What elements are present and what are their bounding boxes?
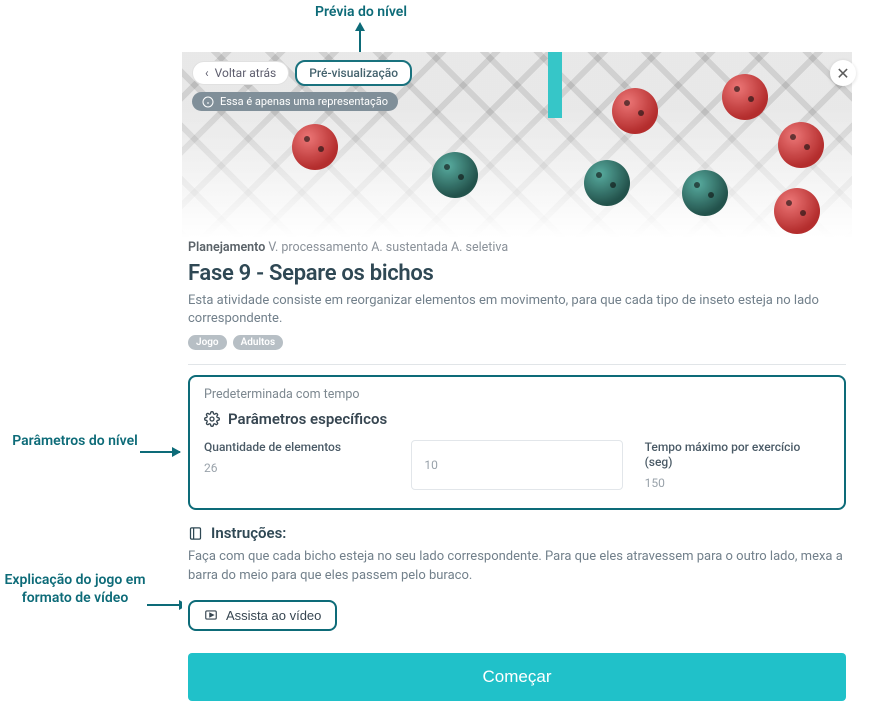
param-mid-input[interactable]: 10 xyxy=(411,440,622,490)
param-time-label: Tempo máximo por exercício (seg) xyxy=(645,440,830,470)
parameters-card: Predeterminada com tempo Parâmetros espe… xyxy=(188,375,846,510)
annotation-preview: Prévia do nível xyxy=(286,4,436,22)
annotation-params: Parâmetros do nível xyxy=(4,433,146,451)
tag-game: Jogo xyxy=(188,335,227,350)
tag-audience: Adultos xyxy=(233,335,284,350)
book-icon xyxy=(188,526,203,541)
instructions-heading-row: Instruções: xyxy=(188,524,846,542)
params-top-note: Predeterminada com tempo xyxy=(204,387,830,402)
instructions-text: Faça com que cada bicho esteja no seu la… xyxy=(188,548,846,586)
tag-row: Jogo Adultos xyxy=(188,335,846,350)
param-time-value: 150 xyxy=(645,476,830,490)
preview-label: Pré-visualização xyxy=(309,66,398,80)
instructions-heading: Instruções: xyxy=(211,524,286,542)
bug-icon xyxy=(774,188,820,234)
play-icon xyxy=(204,608,218,622)
breadcrumb: Planejamento V. processamento A. sustent… xyxy=(188,240,846,255)
bug-icon xyxy=(682,170,728,216)
watch-video-button[interactable]: Assista ao vídeo xyxy=(188,600,337,631)
close-button[interactable]: ✕ xyxy=(830,60,856,86)
param-quantity: Quantidade de elementos 26 xyxy=(204,440,389,490)
bug-icon xyxy=(612,88,658,134)
breadcrumb-main: Planejamento xyxy=(188,240,265,255)
level-preview-area: ‹ Voltar atrás Pré-visualização Essa é a… xyxy=(182,52,852,238)
content-area: Planejamento V. processamento A. sustent… xyxy=(182,240,852,701)
bug-icon xyxy=(292,124,338,170)
start-button[interactable]: Começar xyxy=(188,653,846,701)
back-label: Voltar atrás xyxy=(215,66,277,80)
params-row: Quantidade de elementos 26 10 Tempo máxi… xyxy=(204,440,830,490)
breadcrumb-rest: V. processamento A. sustentada A. seleti… xyxy=(265,240,508,255)
page-title: Fase 9 - Separe os bichos xyxy=(188,261,846,286)
annotation-video: Explicação do jogo em formato de vídeo xyxy=(4,572,146,607)
divider-bar xyxy=(548,52,562,118)
bug-icon xyxy=(584,160,630,206)
arrow-right-icon xyxy=(140,451,180,453)
level-dialog: ‹ Voltar atrás Pré-visualização Essa é a… xyxy=(182,52,852,701)
param-time: Tempo máximo por exercício (seg) 150 xyxy=(645,440,830,490)
preview-button[interactable]: Pré-visualização xyxy=(295,60,412,86)
bug-icon xyxy=(778,122,824,168)
chevron-left-icon: ‹ xyxy=(205,66,209,80)
arrow-right-icon xyxy=(147,604,187,606)
top-controls: ‹ Voltar atrás Pré-visualização xyxy=(192,60,412,86)
divider xyxy=(188,364,846,365)
params-heading: Parâmetros específicos xyxy=(228,410,387,428)
representation-note-text: Essa é apenas uma representação xyxy=(220,95,388,108)
watch-video-label: Assista ao vídeo xyxy=(226,608,321,623)
representation-note: Essa é apenas uma representação xyxy=(192,92,398,111)
arrow-up-icon xyxy=(355,22,365,31)
gear-icon xyxy=(204,411,220,427)
param-quantity-label: Quantidade de elementos xyxy=(204,440,389,455)
bug-icon xyxy=(722,74,768,120)
info-icon xyxy=(202,96,214,108)
param-mid-value: 10 xyxy=(424,458,438,472)
bug-icon xyxy=(432,152,478,198)
activity-description: Esta atividade consiste em reorganizar e… xyxy=(188,292,846,327)
param-quantity-value: 26 xyxy=(204,461,389,475)
close-icon: ✕ xyxy=(836,64,849,83)
params-heading-row: Parâmetros específicos xyxy=(204,410,830,428)
back-button[interactable]: ‹ Voltar atrás xyxy=(192,61,289,85)
